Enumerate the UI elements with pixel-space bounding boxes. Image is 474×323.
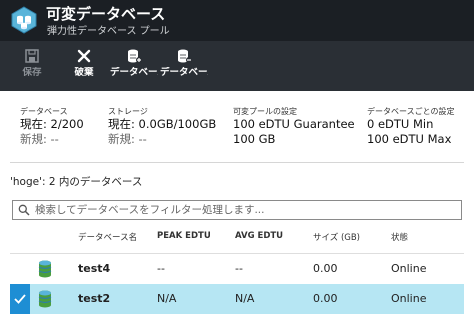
add-database-label: データベースの追加... [110, 67, 158, 78]
status: Online [391, 262, 427, 275]
save-icon [25, 49, 39, 63]
pool-settings-heading: 可変プールの設定 [233, 107, 297, 116]
divider [10, 162, 464, 163]
command-bar: 保存 破棄 データベースの追加... データベースの削除... [0, 41, 474, 91]
elastic-pool-icon [11, 6, 37, 34]
sql-database-icon [38, 260, 52, 278]
status: Online [391, 292, 427, 305]
databases-summary: データベース 現在: 2/200 新規: -- [20, 106, 84, 147]
table-row[interactable]: test4 -- -- 0.00 Online [10, 253, 464, 283]
table-row-selected[interactable]: test2 N/A N/A 0.00 Online [10, 284, 464, 314]
database-add-icon [128, 49, 142, 63]
per-database-min: 0 eDTU Min [367, 117, 434, 131]
databases-new: 新規: -- [20, 132, 59, 146]
column-header-name[interactable]: データベース名 [78, 231, 137, 243]
row-select-checkbox[interactable] [10, 284, 30, 314]
storage-summary: ストレージ 現在: 0.0GB/100GB 新規: -- [108, 106, 216, 147]
save-button-label: 保存 [22, 67, 42, 78]
database-name: test4 [78, 262, 111, 275]
database-remove-icon [178, 49, 192, 63]
storage-new: 新規: -- [108, 132, 147, 146]
per-database-heading: データベースごとの設定 [367, 107, 455, 116]
remove-database-button[interactable]: データベースの削除... [160, 41, 208, 91]
peak-edtu: -- [157, 262, 165, 275]
pool-edtu-guarantee: 100 eDTU Guarantee [233, 117, 355, 131]
pool-summary: データベース 現在: 2/200 新規: -- ストレージ 現在: 0.0GB/… [0, 106, 474, 156]
peak-edtu: N/A [157, 292, 177, 305]
storage-current: 現在: 0.0GB/100GB [108, 117, 217, 131]
discard-button[interactable]: 破棄 [64, 41, 104, 91]
databases-heading: データベース [20, 107, 68, 116]
save-button[interactable]: 保存 [14, 41, 50, 91]
column-header-status[interactable]: 状態 [391, 231, 408, 243]
avg-edtu: -- [235, 262, 243, 275]
database-name: test2 [78, 292, 111, 305]
sql-database-icon [38, 290, 52, 308]
section-title: 'hoge': 2 内のデータベース [10, 176, 143, 188]
table-header: データベース名 PEAK EDTU AVG EDTU サイズ (GB) 状態 [0, 226, 474, 248]
discard-button-label: 破棄 [74, 67, 94, 78]
search-input[interactable] [35, 201, 455, 219]
size-gb: 0.00 [313, 262, 338, 275]
per-database-settings-summary: データベースごとの設定 0 eDTU Min 100 eDTU Max [367, 106, 455, 147]
close-icon [77, 49, 91, 63]
databases-current: 現在: 2/200 [20, 117, 84, 131]
pool-settings-summary: 可変プールの設定 100 eDTU Guarantee 100 GB [233, 106, 355, 147]
blade-subtitle: 弾力性データベース プール [47, 26, 170, 37]
storage-heading: ストレージ [108, 107, 148, 116]
column-header-size[interactable]: サイズ (GB) [313, 231, 360, 243]
add-database-button[interactable]: データベースの追加... [110, 41, 158, 91]
checkmark-icon [14, 294, 26, 304]
per-database-max: 100 eDTU Max [367, 132, 452, 146]
column-header-peak-edtu[interactable]: PEAK EDTU [157, 231, 211, 241]
pool-storage-size: 100 GB [233, 132, 276, 146]
blade-header: 可変データベース 弾力性データベース プール [0, 0, 474, 41]
blade-title: 可変データベース [46, 5, 166, 23]
search-icon [18, 204, 30, 216]
search-box[interactable] [12, 200, 462, 220]
column-header-avg-edtu[interactable]: AVG EDTU [235, 231, 283, 241]
avg-edtu: N/A [235, 292, 255, 305]
remove-database-label: データベースの削除... [160, 67, 208, 78]
size-gb: 0.00 [313, 292, 338, 305]
